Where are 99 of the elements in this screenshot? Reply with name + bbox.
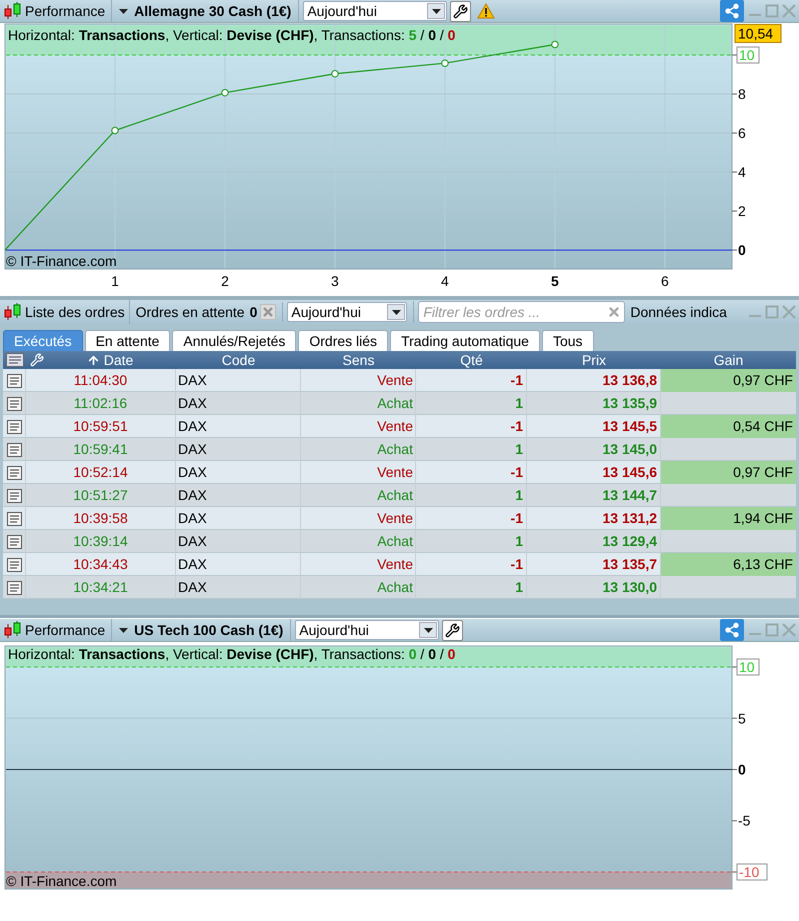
order-row[interactable]: 10:34:21 DAX Achat 1 13 130,0	[3, 576, 796, 599]
document-icon[interactable]	[6, 534, 22, 548]
point	[331, 70, 339, 78]
axis-label: 1	[111, 273, 119, 289]
document-icon[interactable]	[6, 512, 22, 526]
pending-orders-label: Ordres en attente	[136, 302, 245, 322]
document-icon[interactable]	[6, 374, 22, 388]
axis-label: -5	[738, 812, 750, 829]
candlestick-icon	[3, 2, 23, 20]
settings-button[interactable]	[442, 620, 464, 640]
share-button[interactable]	[720, 0, 744, 22]
column-header[interactable]: Code	[176, 351, 301, 369]
document-icon[interactable]	[6, 580, 22, 594]
table-cell: 10:34:21	[26, 576, 176, 599]
table-cell: 0,97 CHF	[661, 461, 796, 484]
column-header[interactable]: Qté	[416, 351, 527, 369]
order-row[interactable]: 10:34:43 DAX Vente -1 13 135,7 6,13 CHF	[3, 553, 796, 576]
settings-icon[interactable]	[30, 353, 44, 367]
copyright-text: © IT-Finance.com	[6, 254, 117, 268]
tab[interactable]: Annulés/Rejetés	[172, 330, 296, 351]
tab[interactable]: Trading automatique	[390, 330, 540, 351]
caret-icon	[427, 3, 446, 19]
table-cell: 0,54 CHF	[661, 415, 796, 438]
axis-label: -10	[736, 863, 768, 880]
data-label: Données indica	[630, 302, 727, 322]
y-tick-label: 10	[739, 659, 755, 676]
point	[551, 40, 559, 48]
order-row[interactable]: 10:59:51 DAX Vente -1 13 145,5 0,54 CHF	[3, 415, 796, 438]
chart-info-text: Horizontal: Transactions, Vertical: Devise (CHF), Transactions: 5 / 0 / 0	[8, 27, 456, 43]
document-icon[interactable]	[6, 442, 22, 456]
candlestick-icon	[3, 621, 23, 639]
chart-info-text: Horizontal: Transactions, Vertical: Devise (CHF), Transactions: 0 / 0 / 0	[8, 646, 456, 662]
table-cell: 6,13 CHF	[661, 553, 796, 576]
axis-label: 4	[441, 273, 449, 289]
table-cell: DAX	[176, 576, 301, 599]
axis-label: 8	[738, 86, 746, 102]
column-header[interactable]: Prix	[527, 351, 661, 369]
tab[interactable]: Tous	[542, 330, 594, 351]
document-icon[interactable]	[6, 466, 22, 480]
document-icon[interactable]	[6, 558, 22, 572]
instrument-selector[interactable]: US Tech 100 Cash (1€)	[112, 619, 292, 641]
caret-icon	[119, 628, 128, 632]
axis-label: 0	[738, 242, 746, 258]
caret-icon	[119, 8, 128, 14]
pending-count: 0	[250, 302, 258, 322]
panel-title: Performance	[25, 2, 106, 20]
tab[interactable]: En attente	[84, 330, 170, 351]
axis-label: 3	[331, 273, 339, 289]
point	[221, 88, 229, 96]
order-row[interactable]: 10:59:41 DAX Achat 1 13 145,0	[3, 438, 796, 461]
share-button[interactable]	[720, 619, 744, 641]
point	[441, 60, 449, 67]
axis-label: 2	[738, 203, 746, 220]
axis-label: 5	[551, 273, 559, 289]
filter-field[interactable]: Filtrer les ordres ...	[418, 301, 626, 323]
axis-label: 4	[738, 164, 746, 180]
order-row[interactable]: 10:51:27 DAX Achat 1 13 144,7	[3, 484, 796, 507]
order-row[interactable]: 10:52:14 DAX Vente -1 13 145,6 0,97 CHF	[3, 461, 796, 484]
period-dropdown[interactable]: Aujourd'hui	[287, 302, 408, 322]
column-header[interactable]: Sens	[301, 351, 416, 369]
axis-label: 5	[738, 710, 746, 726]
document-icon[interactable]	[6, 420, 22, 434]
axis-label: 10	[736, 658, 760, 676]
table-cell: 0,97 CHF	[661, 369, 796, 392]
order-row[interactable]: 11:04:30 DAX Vente -1 13 136,8 0,97 CHF	[3, 369, 796, 392]
copyright-text: © IT-Finance.com	[6, 874, 117, 888]
warning-icon[interactable]	[477, 3, 496, 19]
order-row[interactable]: 10:39:14 DAX Achat 1 13 129,4	[3, 530, 796, 553]
instrument-selector[interactable]: Allemagne 30 Cash (1€)	[112, 0, 300, 22]
y-tick-label: -10	[739, 864, 760, 880]
axis-label: 6	[661, 273, 669, 289]
table-cell: 13 130,0	[527, 576, 661, 599]
y-tick-label: 10	[739, 47, 755, 64]
point	[111, 126, 119, 134]
period-dropdown[interactable]: Aujourd'hui	[303, 1, 448, 21]
settings-button[interactable]	[450, 0, 472, 22]
order-row[interactable]: 10:39:58 DAX Vente -1 13 131,2 1,94 CHF	[3, 507, 796, 530]
caret-icon	[387, 304, 406, 320]
candlestick-icon	[3, 303, 23, 321]
order-row[interactable]: 11:02:16 DAX Achat 1 13 135,9	[3, 392, 796, 415]
period-dropdown[interactable]: Aujourd'hui	[295, 620, 440, 640]
table-cell: 1	[416, 576, 527, 599]
document-icon[interactable]	[6, 396, 22, 410]
panel-title: Performance	[25, 620, 106, 640]
axis-label: 6	[738, 125, 746, 142]
sort-ascending-icon[interactable]	[86, 354, 100, 366]
column-header[interactable]: Date	[104, 351, 134, 369]
document-icon[interactable]	[6, 488, 22, 502]
document-icon[interactable]	[6, 353, 24, 367]
last-value-label: 10,54	[734, 24, 782, 43]
tab[interactable]: Ordres liés	[298, 330, 388, 351]
table-cell: 1,94 CHF	[661, 507, 796, 530]
column-header[interactable]: Gain	[661, 351, 796, 369]
axis-label: 0	[738, 762, 746, 778]
table-cell: Achat	[301, 576, 416, 599]
panel-title: Liste des ordres	[25, 302, 125, 322]
caret-icon	[419, 622, 438, 638]
axis-label: 2	[221, 273, 229, 289]
axis-label: 10	[736, 46, 760, 64]
